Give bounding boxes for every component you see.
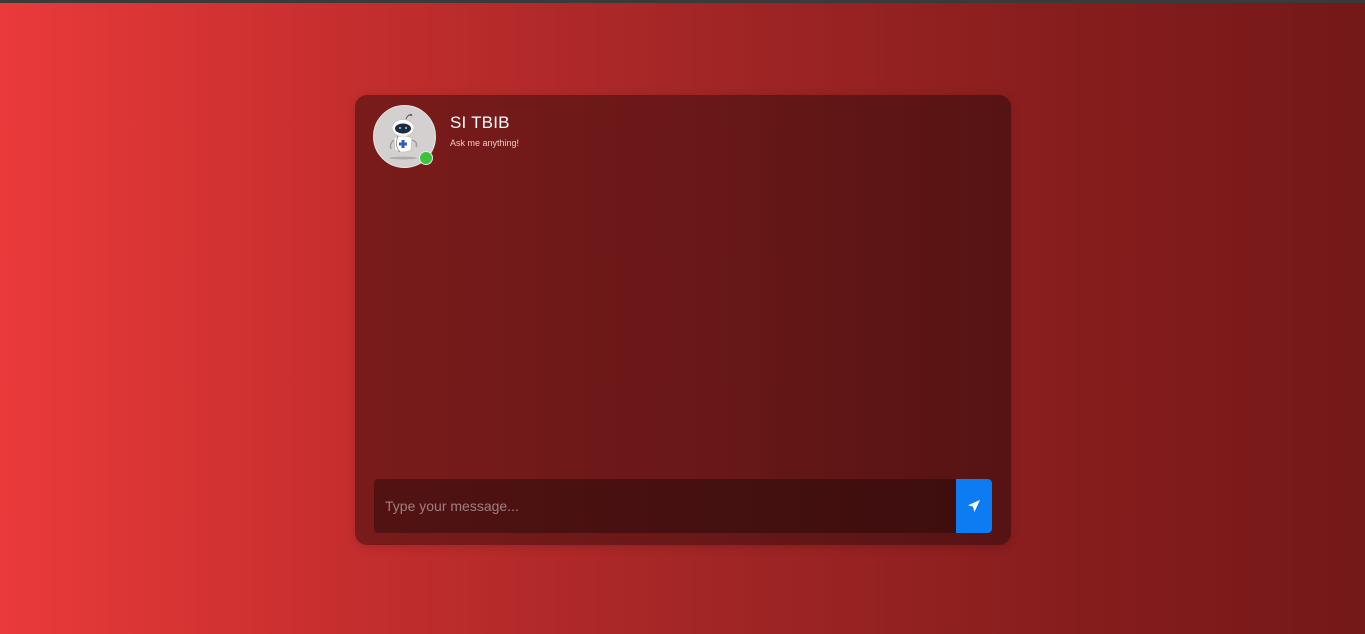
chat-header: SI TBIB Ask me anything! bbox=[355, 95, 1011, 177]
bot-avatar bbox=[373, 105, 436, 168]
send-button[interactable] bbox=[956, 479, 992, 533]
message-input-bar bbox=[374, 479, 992, 533]
bot-name: SI TBIB bbox=[450, 113, 510, 132]
online-status-dot bbox=[419, 151, 433, 165]
message-input[interactable] bbox=[374, 479, 956, 533]
chat-window: SI TBIB Ask me anything! bbox=[355, 95, 1011, 545]
paper-plane-icon bbox=[968, 500, 980, 512]
bot-status-text: Ask me anything! bbox=[450, 138, 520, 148]
browser-top-strip bbox=[0, 0, 1365, 3]
